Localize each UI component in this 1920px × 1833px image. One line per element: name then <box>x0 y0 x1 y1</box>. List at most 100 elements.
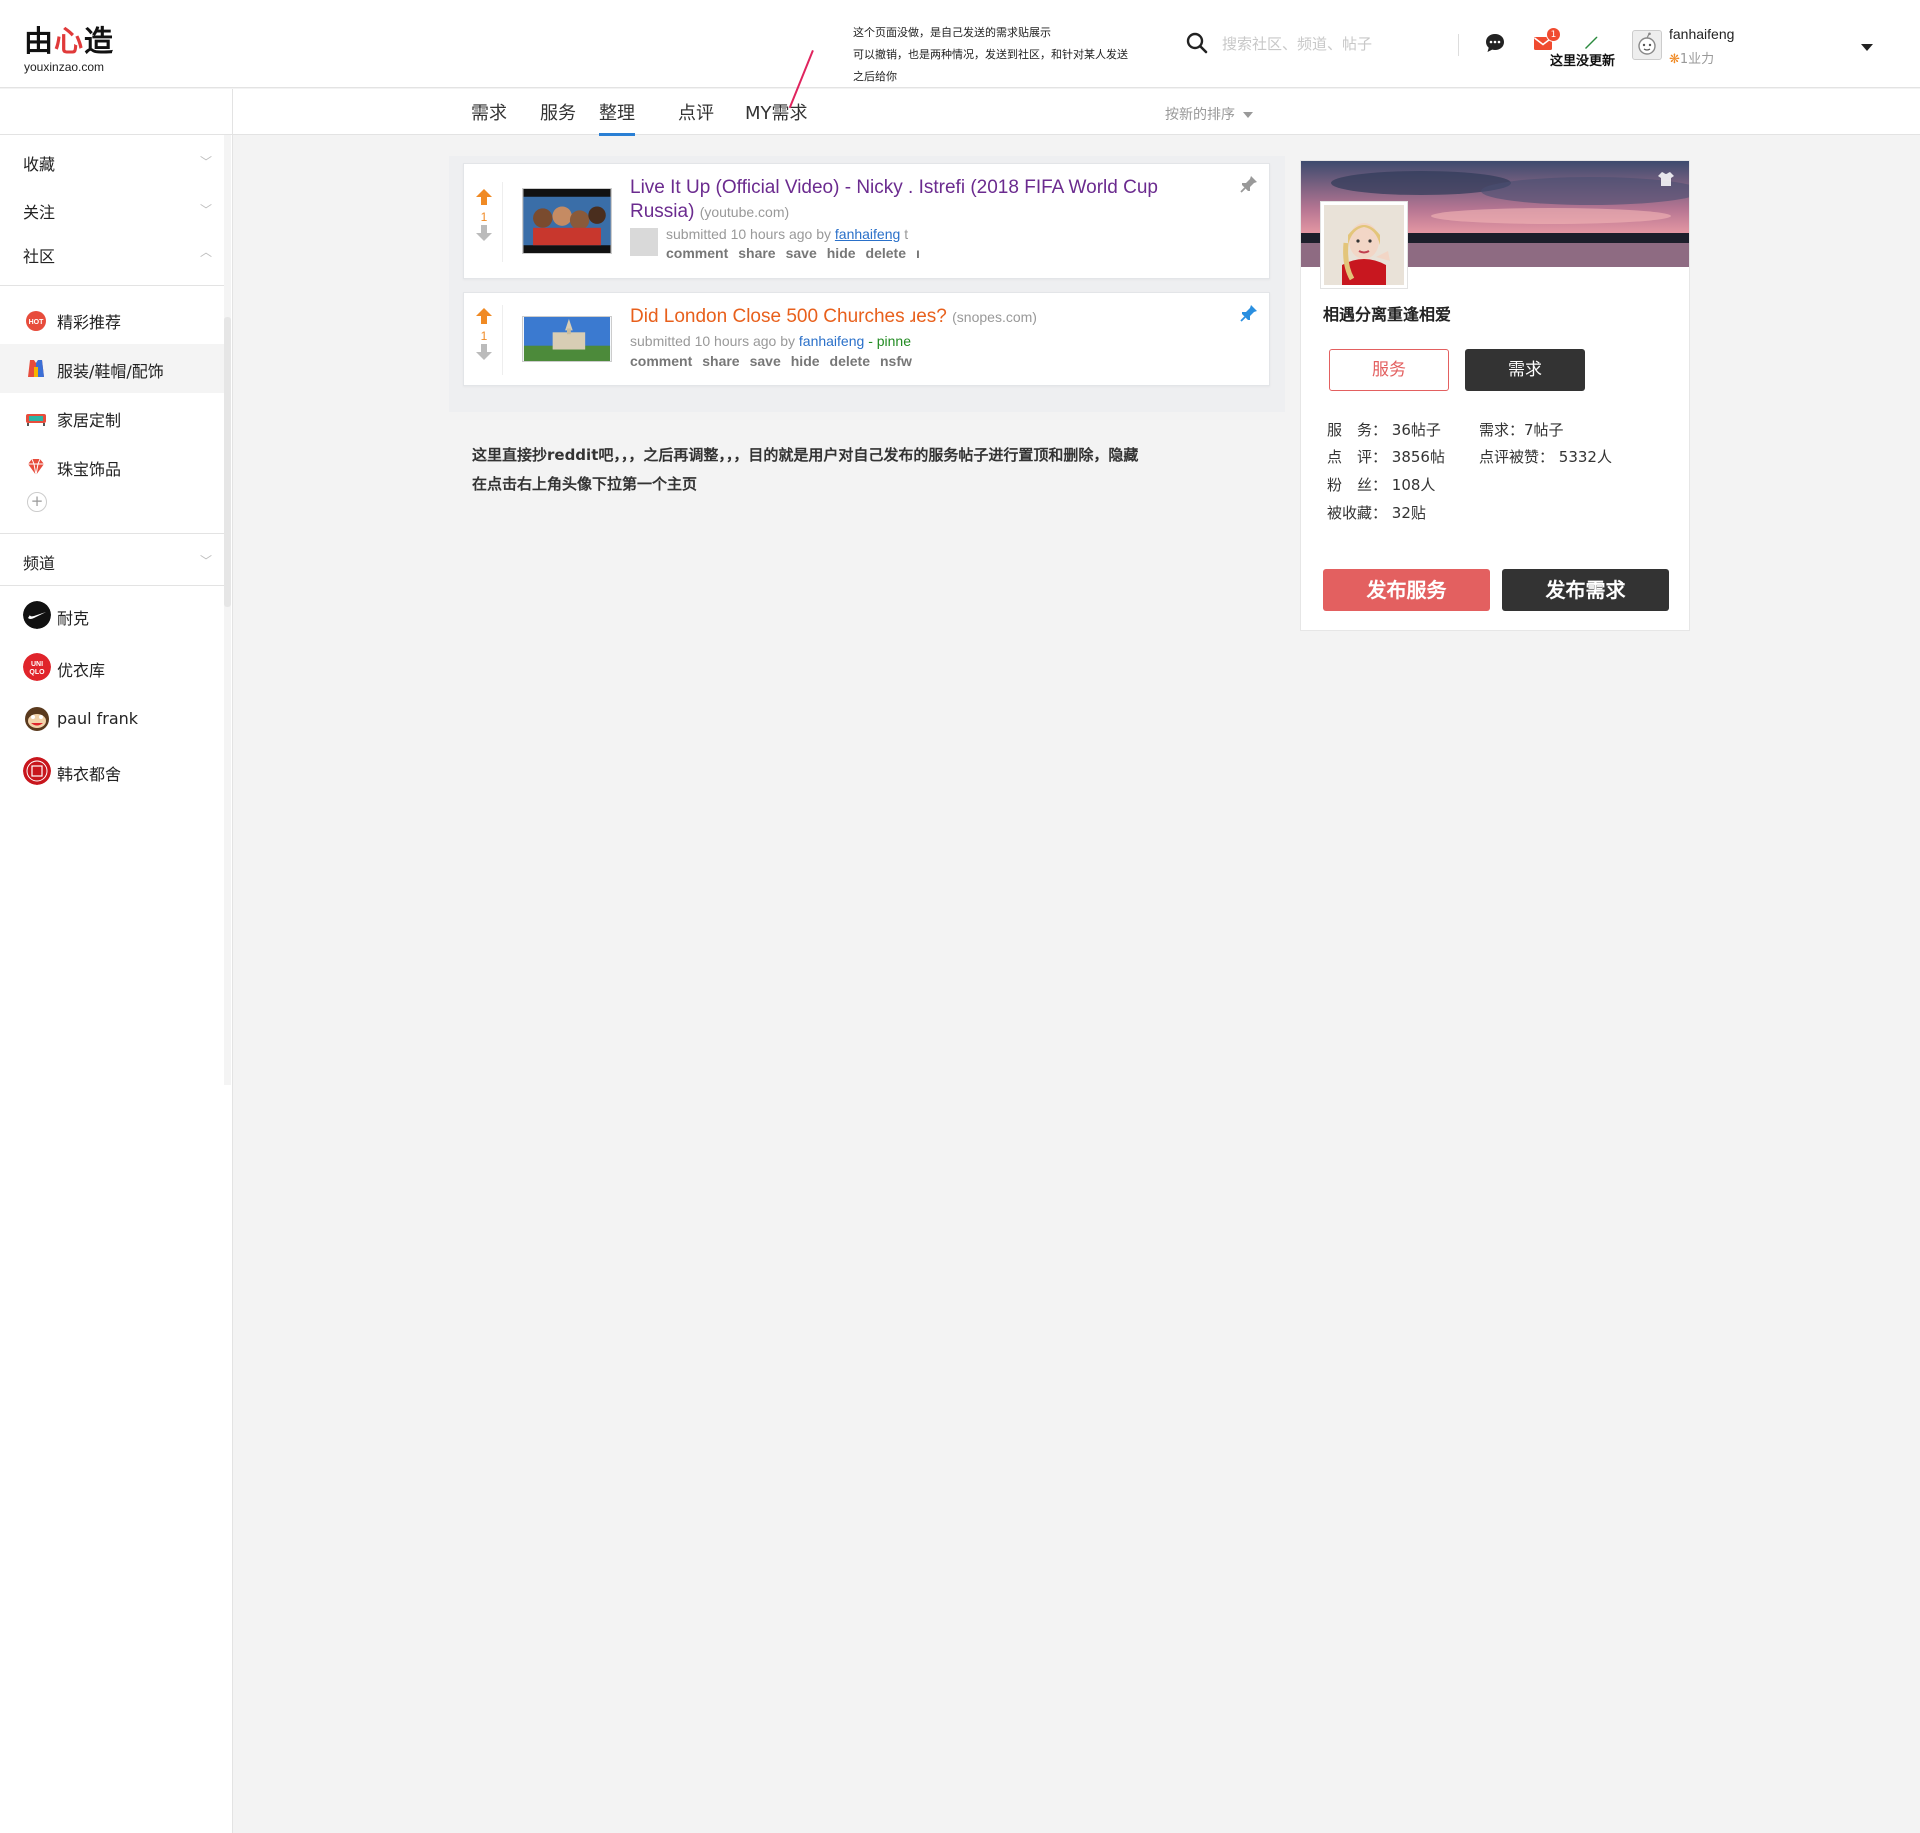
post-actions: comment share save hide delete nsfw <box>630 353 930 369</box>
edit-leaf-icon[interactable] <box>1583 34 1599 50</box>
post-domain[interactable]: (snopes.com) <box>952 309 1037 325</box>
post-title[interactable]: Live It Up (Official Video) - Nicky . Is… <box>630 176 1158 200</box>
user-avatar[interactable] <box>1632 30 1662 60</box>
tab-my-demand[interactable]: MY需求 <box>745 99 808 133</box>
post-thumbnail[interactable] <box>522 316 612 362</box>
sort-dropdown[interactable]: 按新的排序 <box>1165 104 1253 124</box>
hide-link[interactable]: hide <box>827 245 856 261</box>
sidebar-item-jewelry[interactable]: 珠宝饰品 <box>0 442 224 491</box>
sidebar-item-handu[interactable]: 韩衣都舍 <box>0 747 224 796</box>
clothing-icon <box>28 360 44 377</box>
section-follow[interactable]: 关注 <box>23 199 55 223</box>
gem-icon <box>28 458 44 476</box>
post-title-continued[interactable]: Russia) (youtube.com) <box>630 200 789 224</box>
share-link[interactable]: share <box>702 353 739 369</box>
post-meta: submitted 10 hours ago by fanhaifeng - p… <box>630 333 922 349</box>
sidebar-item-home-custom[interactable]: 家居定制 <box>0 393 224 442</box>
logo-domain: youxinzao.com <box>24 60 105 74</box>
top-header: 由心造 youxinzao.com 这个页面没做，是自己发送的需求贴展示 可以撤… <box>0 0 1920 88</box>
section-channels[interactable]: 频道 <box>23 550 55 574</box>
sidebar-divider <box>0 285 224 286</box>
delete-link[interactable]: delete <box>866 245 906 261</box>
hide-link[interactable]: hide <box>791 353 820 369</box>
post-card[interactable]: 1 Live It Up (Official Video) - Nicky . … <box>463 163 1270 279</box>
designer-annotation: 这个页面没做，是自己发送的需求贴展示 可以撤销，也是两种情况，发送到社区，和针对… <box>853 22 1173 88</box>
stat-label: 需求： <box>1479 421 1525 439</box>
sidebar-scroll-track <box>224 135 231 1085</box>
search-icon[interactable] <box>1186 32 1208 54</box>
stat-label: 服 务： <box>1327 421 1388 439</box>
stat-value: 108人 <box>1391 476 1436 494</box>
svg-text:QLO: QLO <box>29 669 45 676</box>
profile-avatar[interactable] <box>1320 201 1408 289</box>
stat-value: 36帖子 <box>1391 421 1441 439</box>
sidebar-item-featured[interactable]: HOT 精彩推荐 <box>0 295 224 344</box>
post-domain[interactable]: (youtube.com) <box>700 204 789 220</box>
downvote-arrow-icon[interactable] <box>474 224 494 242</box>
profile-card: 相遇分离重逢相爱 服务 需求 服 务： 36帖子 需求：7帖子 点 评： 385… <box>1300 160 1690 631</box>
chevron-down-icon[interactable]: ﹀ <box>200 153 212 170</box>
share-link[interactable]: share <box>738 245 775 261</box>
post-submitted: submitted 10 hours ago by <box>630 333 795 349</box>
save-link[interactable]: save <box>750 353 781 369</box>
post-author-link[interactable]: fanhaifeng <box>799 333 864 349</box>
stat-fans: 粉 丝： 108人 <box>1327 474 1435 495</box>
chevron-down-icon[interactable]: ﹀ <box>200 552 212 569</box>
more-link[interactable]: ı <box>916 245 920 261</box>
publish-demand-button[interactable]: 发布需求 <box>1502 569 1669 611</box>
upvote-arrow-icon[interactable] <box>474 188 494 206</box>
chat-icon[interactable] <box>1484 32 1506 54</box>
vote-divider <box>502 182 503 262</box>
post-title[interactable]: Did London Close 500 Churches ɹes? (snop… <box>630 305 1037 329</box>
stat-value: 3856帖 <box>1391 448 1445 466</box>
search-input[interactable] <box>1222 30 1442 58</box>
tab-bar: 需求 服务 整理 点评 MY需求 按新的排序 <box>0 89 1920 136</box>
stat-demand: 需求：7帖子 <box>1479 419 1564 440</box>
stat-label: 粉 丝： <box>1327 476 1388 494</box>
delete-link[interactable]: delete <box>830 353 870 369</box>
section-favorites[interactable]: 收藏 <box>23 151 55 175</box>
pin-icon[interactable] <box>1239 303 1259 323</box>
chevron-up-icon[interactable]: ︿ <box>200 243 212 260</box>
pinned-tag: - pinne <box>868 333 911 349</box>
uniqlo-icon: UNI QLO <box>23 653 51 681</box>
tshirt-icon[interactable] <box>1657 171 1675 187</box>
downvote-arrow-icon[interactable] <box>474 343 494 361</box>
annotation-line: 可以撤销，也是两种情况，发送到社区，和针对某人发送 <box>853 48 1128 61</box>
nsfw-link[interactable]: nsfw <box>880 353 912 369</box>
site-logo[interactable]: 由心造 youxinzao.com <box>24 18 114 74</box>
tab-review[interactable]: 点评 <box>678 99 714 133</box>
annotation-line: 这个页面没做，是自己发送的需求贴展示 <box>853 26 1051 39</box>
comment-link[interactable]: comment <box>630 353 692 369</box>
karma-score: ❋1业力 <box>1669 48 1714 67</box>
post-thumbnail[interactable] <box>522 188 612 254</box>
handu-icon <box>23 757 51 785</box>
post-card[interactable]: 1 Did London Close 500 Churches ɹes? (sn… <box>463 292 1270 386</box>
upvote-arrow-icon[interactable] <box>474 307 494 325</box>
tab-service[interactable]: 服务 <box>540 99 576 133</box>
post-title-text: Russia) <box>630 201 695 222</box>
vote-box: 1 <box>472 188 496 246</box>
save-link[interactable]: save <box>786 245 817 261</box>
sidebar-scrollbar[interactable] <box>224 317 231 607</box>
username[interactable]: fanhaifeng <box>1669 26 1734 42</box>
section-community[interactable]: 社区 <box>23 243 55 267</box>
tab-organize[interactable]: 整理 <box>599 99 635 136</box>
tab-demand[interactable]: 需求 <box>471 99 507 133</box>
add-community-button[interactable]: + <box>27 492 47 512</box>
paul-frank-icon <box>25 707 49 731</box>
chevron-down-icon[interactable] <box>1861 44 1873 51</box>
chevron-down-icon[interactable]: ﹀ <box>200 201 212 218</box>
sidebar-item-label: 耐克 <box>57 609 90 628</box>
sort-label: 按新的排序 <box>1165 107 1235 123</box>
publish-service-button[interactable]: 发布服务 <box>1323 569 1490 611</box>
sidebar-item-nike[interactable]: 耐克 <box>0 591 224 640</box>
comment-link[interactable]: comment <box>666 245 728 261</box>
service-button[interactable]: 服务 <box>1329 349 1449 391</box>
pin-icon[interactable] <box>1239 174 1259 194</box>
sidebar-item-paul-frank[interactable]: paul frank <box>0 695 224 744</box>
sidebar-item-uniqlo[interactable]: UNI QLO 优衣库 <box>0 643 224 692</box>
demand-button[interactable]: 需求 <box>1465 349 1585 391</box>
sidebar-item-clothing[interactable]: 服装/鞋帽/配饰 <box>0 344 224 393</box>
post-author-link[interactable]: fanhaifeng <box>835 226 900 242</box>
